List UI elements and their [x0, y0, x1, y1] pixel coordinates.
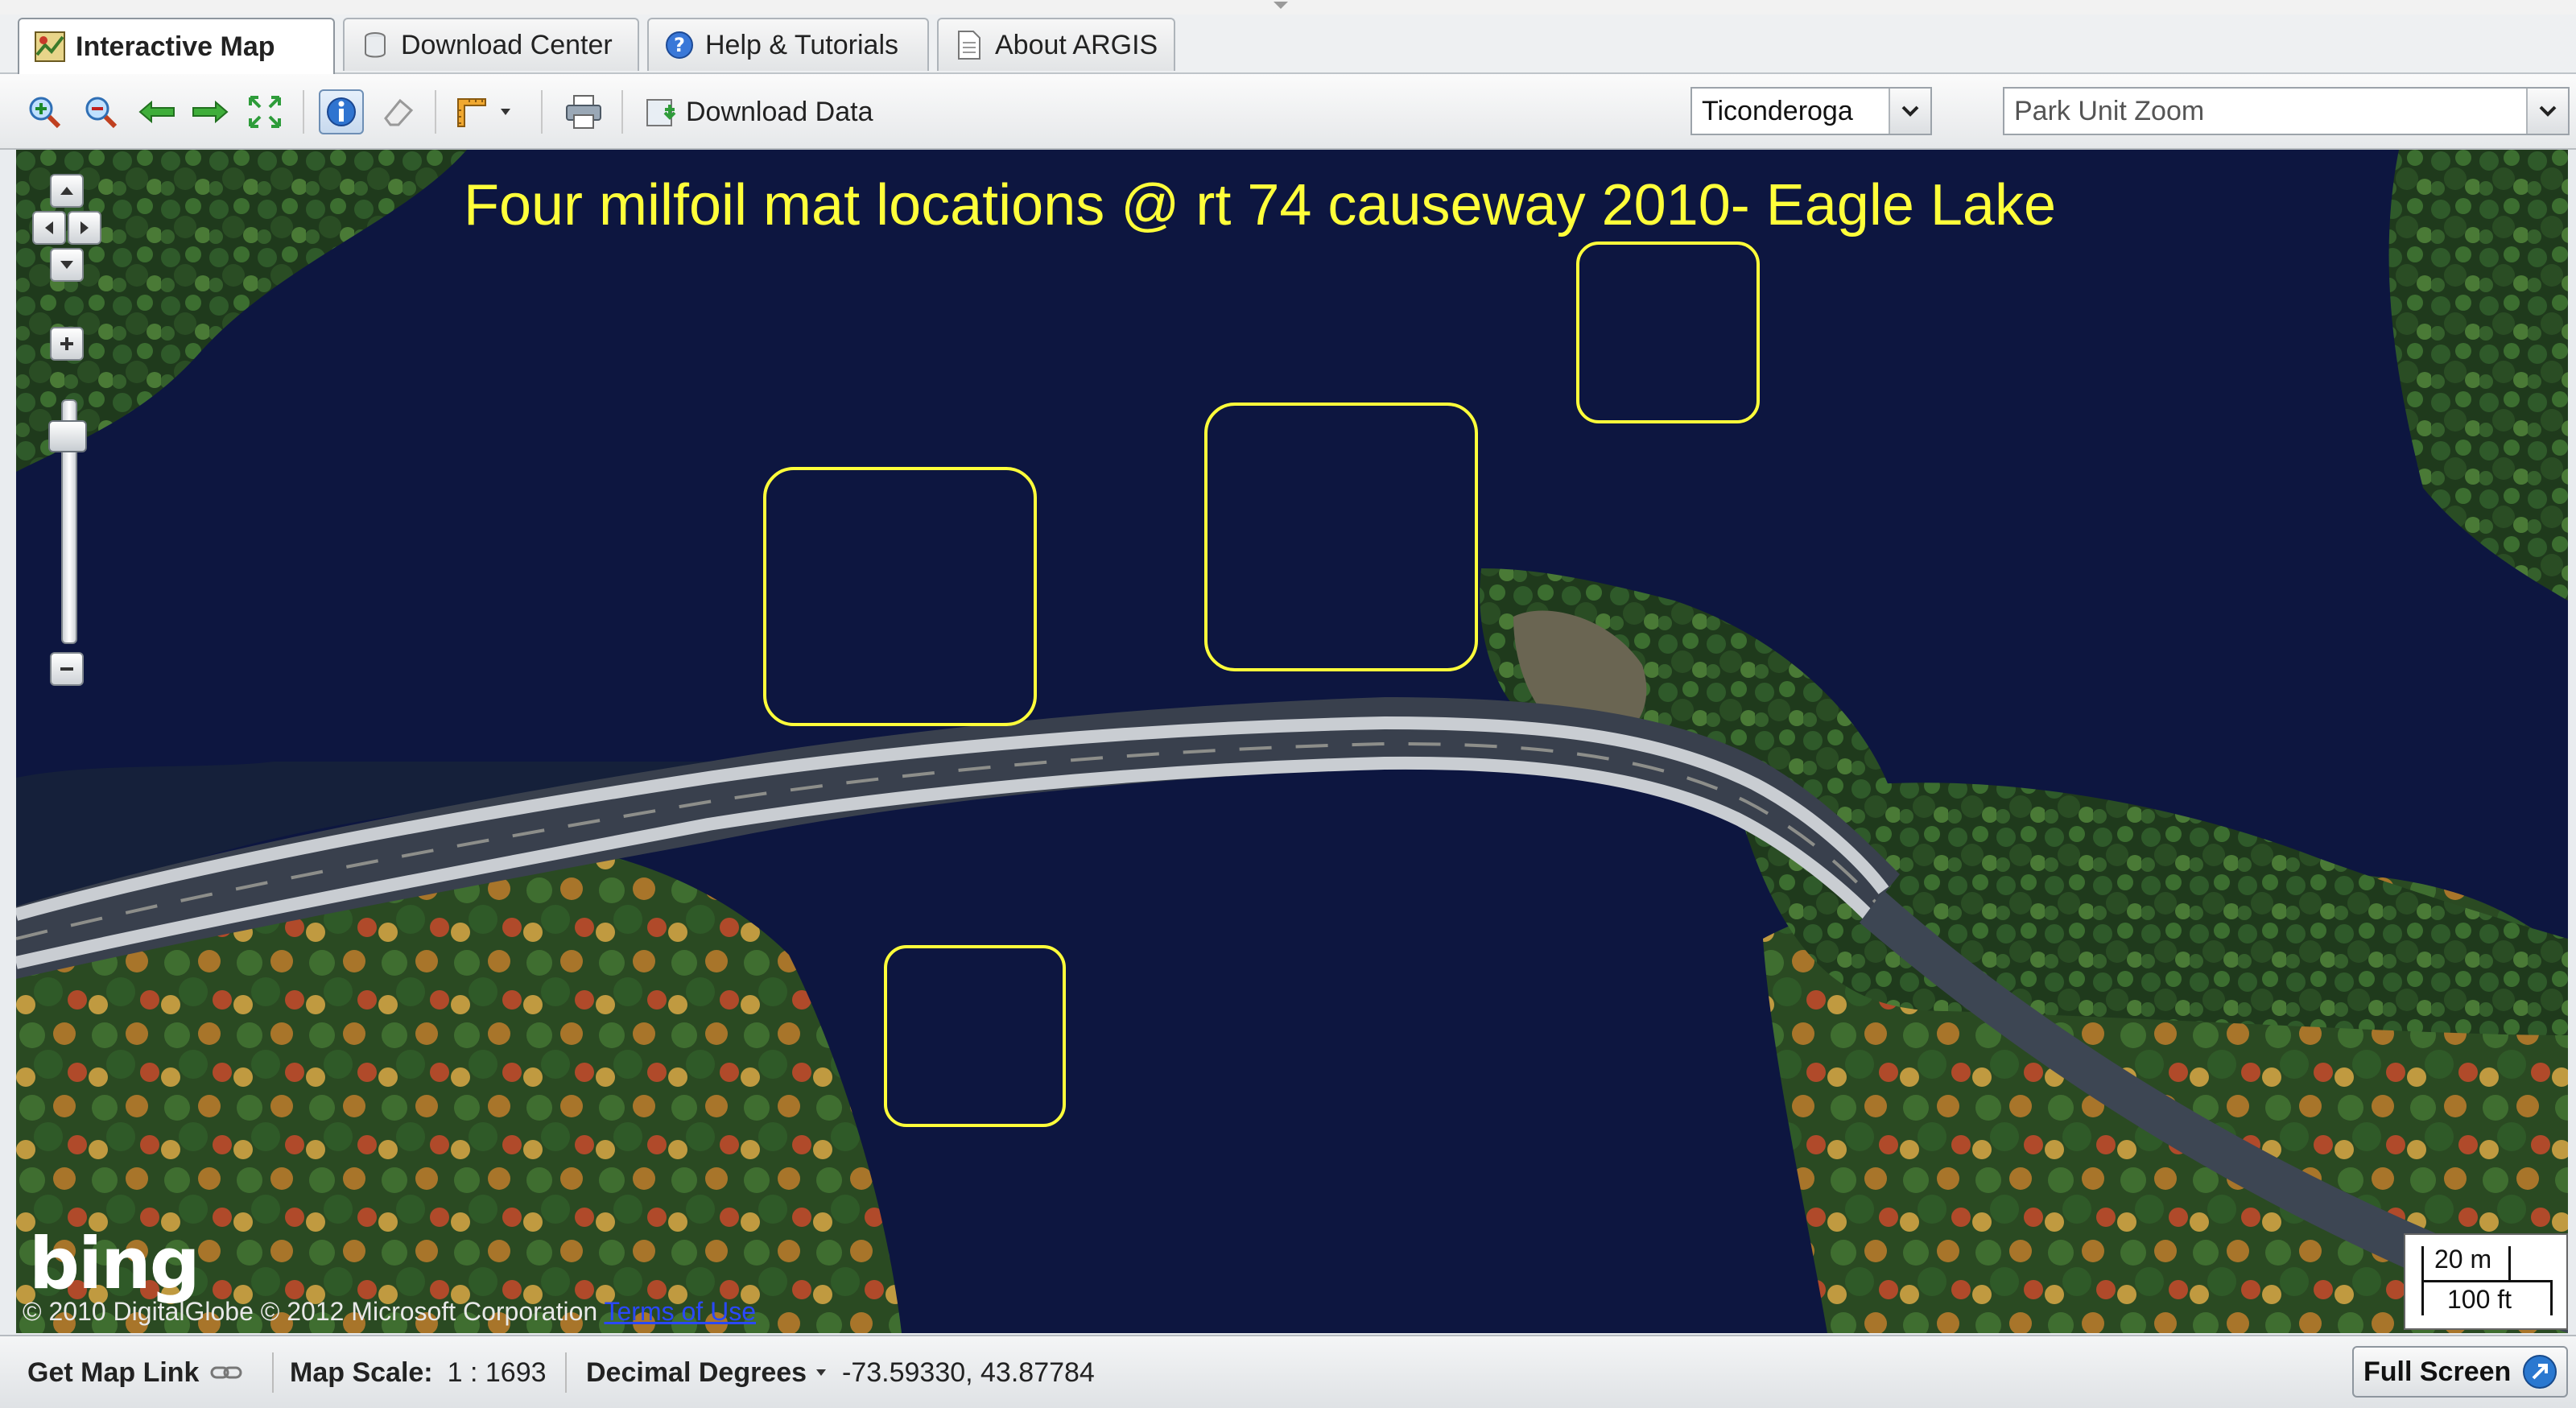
download-data-label: Download Data: [686, 96, 873, 127]
chevron-down-icon[interactable]: [1889, 89, 1930, 134]
park-unit-placeholder: Park Unit Zoom: [2014, 95, 2205, 126]
measure-icon[interactable]: [451, 92, 491, 132]
pan-left-button[interactable]: [32, 211, 66, 245]
pan-right-button[interactable]: [68, 211, 101, 245]
scale-imperial: 100 ft: [2447, 1285, 2512, 1314]
coordinate-format-dropdown[interactable]: Decimal Degrees: [586, 1354, 828, 1391]
zoom-out-icon[interactable]: [80, 92, 121, 132]
full-extent-icon[interactable]: [245, 92, 285, 132]
tab-label: Interactive Map: [76, 31, 275, 62]
town-select-value: Ticonderoga: [1702, 95, 1853, 126]
map-scale-value: 1 : 1693: [447, 1356, 547, 1388]
map-view[interactable]: Four milfoil mat locations @ rt 74 cause…: [16, 150, 2568, 1333]
identify-icon[interactable]: [319, 89, 364, 134]
scale-metric: 20 m: [2434, 1245, 2492, 1274]
get-map-link-button[interactable]: Get Map Link: [27, 1354, 242, 1391]
chevron-down-icon: [815, 1369, 828, 1377]
tab-help-tutorials[interactable]: ? Help & Tutorials: [647, 18, 929, 71]
zoom-in-button[interactable]: [50, 327, 84, 361]
back-arrow-icon[interactable]: [137, 92, 177, 132]
tab-about-argis[interactable]: About ARGIS: [937, 18, 1175, 71]
aerial-imagery: [16, 150, 2568, 1333]
pan-up-button[interactable]: [50, 174, 84, 208]
bing-logo: bing: [29, 1222, 200, 1305]
full-screen-button[interactable]: Full Screen: [2352, 1346, 2568, 1398]
tab-bar: Interactive Map Download Center ? Help &…: [0, 14, 2576, 74]
map-copyright: © 2010 DigitalGlobe © 2012 Microsoft Cor…: [23, 1297, 756, 1326]
download-data-button[interactable]: Download Data: [644, 92, 873, 132]
print-icon[interactable]: [564, 92, 604, 132]
measure-dropdown-icon[interactable]: [494, 92, 517, 132]
link-icon: [210, 1363, 242, 1382]
database-icon: [359, 29, 391, 61]
map-toolbar: Download Data Ticonderoga Park Unit Zoom: [0, 74, 2576, 150]
tab-label: Download Center: [401, 29, 613, 60]
zoom-slider-thumb[interactable]: [48, 420, 87, 452]
tab-interactive-map[interactable]: Interactive Map: [18, 18, 335, 74]
help-icon: ?: [663, 29, 696, 61]
tab-label: Help & Tutorials: [705, 29, 898, 60]
terms-of-use-link[interactable]: Terms of Use: [605, 1297, 756, 1326]
tab-download-center[interactable]: Download Center: [343, 18, 639, 71]
tab-label: About ARGIS: [995, 29, 1158, 60]
zoom-out-button[interactable]: [50, 652, 84, 686]
expand-icon: [2522, 1354, 2557, 1389]
forward-arrow-icon[interactable]: [190, 92, 230, 132]
scale-bar: 20 m 100 ft: [2404, 1233, 2568, 1330]
cursor-coordinates: -73.59330, 43.87784: [842, 1356, 1095, 1388]
status-bar: Get Map Link Map Scale: 1 : 1693 Decimal…: [0, 1335, 2576, 1408]
top-collapse-strip[interactable]: [0, 0, 2576, 15]
collapse-arrow-icon[interactable]: [1274, 2, 1288, 9]
document-icon: [953, 29, 985, 61]
chevron-down-icon[interactable]: [2526, 89, 2568, 134]
svg-text:?: ?: [674, 34, 685, 56]
eraser-icon[interactable]: [378, 92, 419, 132]
map-navigation-control: [32, 174, 113, 834]
download-data-icon: [644, 95, 678, 129]
park-unit-select[interactable]: Park Unit Zoom: [2003, 87, 2570, 135]
map-title: Four milfoil mat locations @ rt 74 cause…: [463, 173, 2057, 237]
map-scale: Map Scale: 1 : 1693: [290, 1354, 547, 1391]
map-scale-label: Map Scale:: [290, 1356, 433, 1388]
zoom-in-icon[interactable]: [24, 92, 64, 132]
town-select[interactable]: Ticonderoga: [1690, 87, 1932, 135]
pan-down-button[interactable]: [50, 248, 84, 282]
map-icon: [34, 31, 66, 63]
